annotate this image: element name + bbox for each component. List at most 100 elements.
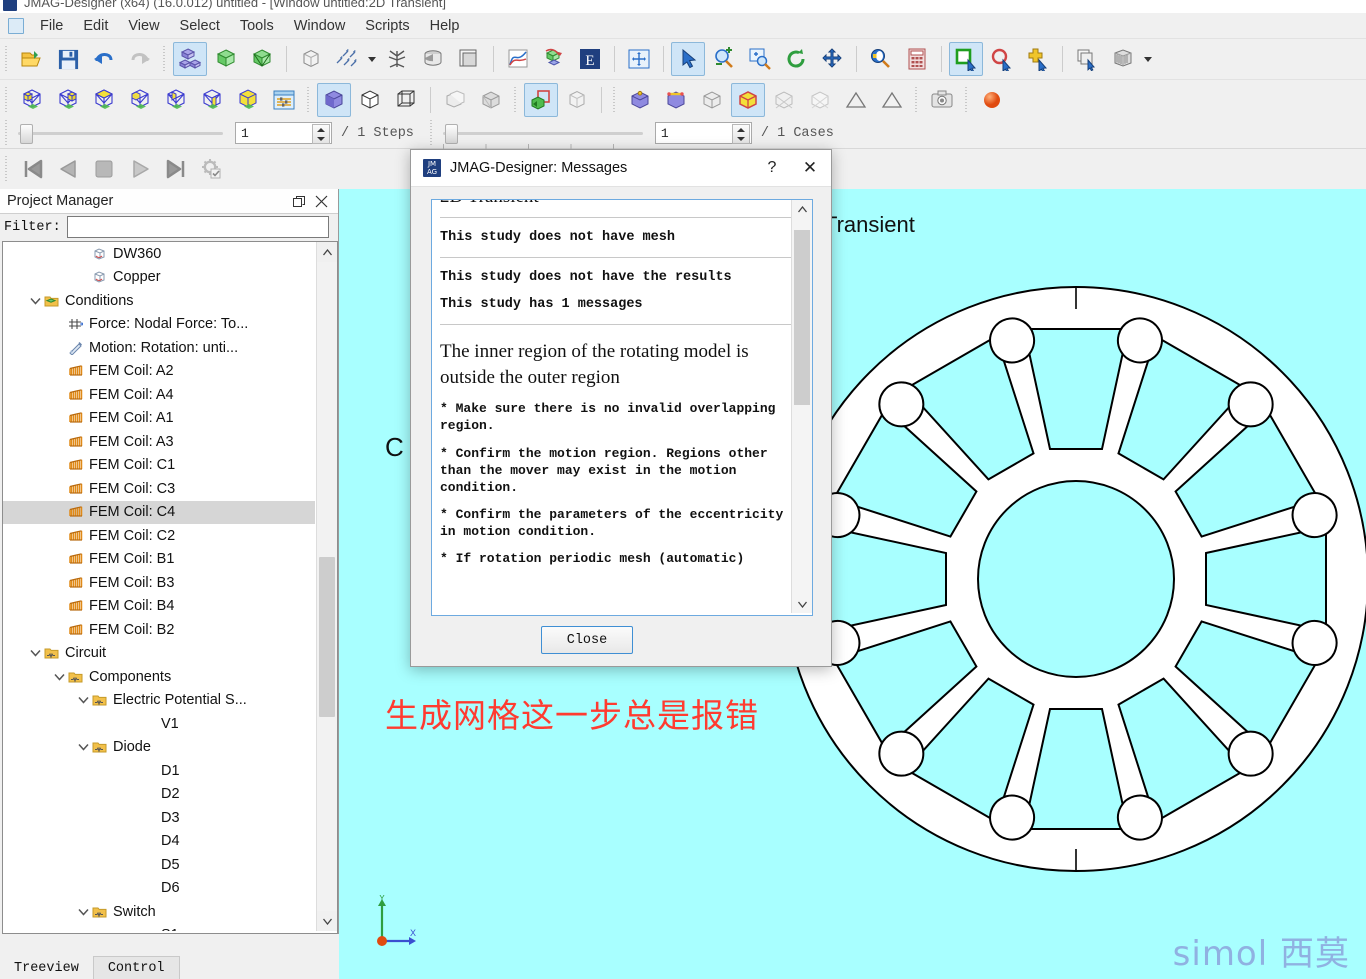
view-iso5-icon[interactable] [195, 83, 229, 117]
view-iso4-icon[interactable] [159, 83, 193, 117]
dialog-close-icon[interactable]: ✕ [789, 151, 831, 185]
undock-icon[interactable] [290, 192, 308, 210]
grid-icon[interactable] [1106, 42, 1140, 76]
hidden-gray-icon[interactable] [474, 83, 508, 117]
record-toolbar-grip[interactable] [963, 86, 971, 113]
messages-textarea[interactable]: 2D Transient This study does not have me… [431, 199, 813, 616]
part-gray-icon[interactable] [695, 83, 729, 117]
section-icon[interactable] [524, 82, 558, 117]
step-spinner[interactable] [235, 122, 332, 144]
wire-cube-icon[interactable] [294, 42, 328, 76]
tab-treeview[interactable]: Treeview [0, 957, 93, 979]
chevron-down-icon[interactable] [75, 904, 91, 920]
playback-grip[interactable] [3, 156, 11, 182]
menu-window[interactable]: Window [284, 16, 356, 36]
select-arrow-icon[interactable] [671, 42, 705, 76]
tree-item[interactable]: Copper [3, 266, 315, 290]
tree-item[interactable]: FEM Coil: B1 [3, 548, 315, 572]
help-icon[interactable]: ? [755, 151, 789, 185]
chevron-down-icon[interactable] [27, 645, 43, 661]
view-iso1-icon[interactable] [15, 83, 49, 117]
menu-file[interactable]: File [30, 16, 73, 36]
filter-input[interactable] [67, 217, 333, 237]
tree-item[interactable]: FEM Coil: C2 [3, 524, 315, 548]
tree-item[interactable]: D2 [3, 783, 315, 807]
graph-icon[interactable] [501, 42, 535, 76]
tree-item[interactable]: FEM Coil: A4 [3, 383, 315, 407]
play-icon[interactable] [122, 152, 158, 186]
select-face-icon[interactable] [949, 42, 983, 76]
step-spin-down-icon[interactable] [317, 136, 325, 141]
view-top-icon[interactable] [87, 83, 121, 117]
camera-toolbar-grip[interactable] [913, 86, 921, 113]
part-yellow-icon[interactable] [731, 82, 765, 117]
part-blue-icon[interactable] [623, 83, 657, 117]
hidden-line-icon[interactable] [438, 83, 472, 117]
tree-item[interactable]: S1 [3, 924, 315, 931]
tree-item[interactable]: D4 [3, 830, 315, 854]
view-front-icon[interactable] [231, 83, 265, 117]
layer-icon[interactable] [452, 42, 486, 76]
messages-scrollbar[interactable] [791, 200, 812, 613]
case-spinner-arrows[interactable] [731, 124, 750, 144]
tree-vertical-scrollbar[interactable] [316, 242, 337, 931]
menu-tools[interactable]: Tools [230, 16, 284, 36]
tree-item[interactable]: Switch [3, 900, 315, 924]
step-spin-up-icon[interactable] [317, 127, 325, 132]
display-toolbar-grip[interactable] [305, 86, 313, 113]
menu-scripts[interactable]: Scripts [355, 16, 419, 36]
view-iso2-icon[interactable] [51, 83, 85, 117]
tree-item[interactable]: FEM Coil: C1 [3, 454, 315, 478]
tree-item[interactable]: FEM Coil: A1 [3, 407, 315, 431]
record-icon[interactable] [975, 83, 1009, 117]
rotate-icon[interactable] [779, 42, 813, 76]
tab-control[interactable]: Control [92, 956, 180, 979]
project-tree[interactable]: DW360 Copper Conditions Force: Nodal Force:… [2, 241, 338, 934]
mesh-cube-icon[interactable] [245, 42, 279, 76]
tree-item[interactable]: FEM Coil: B2 [3, 618, 315, 642]
case-slider-thumb[interactable] [444, 124, 458, 144]
menu-edit[interactable]: Edit [73, 16, 118, 36]
filter-input-wrap[interactable] [66, 216, 333, 238]
tree-item[interactable]: FEM Coil: C4 [3, 500, 315, 524]
view-toolbar-grip[interactable] [3, 86, 11, 113]
tree-item[interactable]: Motion: Rotation: unti... [3, 336, 315, 360]
case-spin-down-icon[interactable] [736, 136, 745, 141]
chevron-down-icon[interactable] [27, 293, 43, 309]
shaded-edges-icon[interactable] [353, 83, 387, 117]
select-vertex-icon[interactable] [1021, 42, 1055, 76]
measure-icon[interactable] [864, 42, 898, 76]
wireframe-icon[interactable] [389, 83, 423, 117]
tree-item[interactable]: FEM Coil: C3 [3, 477, 315, 501]
tree-item[interactable]: V1 [3, 712, 315, 736]
model-toolbar-grip[interactable] [512, 86, 520, 113]
tree-item[interactable]: DW360 [3, 242, 315, 266]
assembly-icon[interactable] [173, 42, 207, 76]
tree-item[interactable]: Circuit [3, 642, 315, 666]
case-spin-up-icon[interactable] [736, 127, 745, 132]
tree-item[interactable]: Electric Potential S... [3, 689, 315, 713]
view-iso3-icon[interactable] [123, 83, 157, 117]
tree-item[interactable]: D6 [3, 877, 315, 901]
tree-item[interactable]: D1 [3, 759, 315, 783]
cone2-icon[interactable] [875, 83, 909, 117]
tree-item[interactable]: FEM Coil: A3 [3, 430, 315, 454]
step-slider[interactable] [18, 123, 223, 144]
chevron-down-icon[interactable] [75, 692, 91, 708]
fit-view-icon[interactable] [622, 42, 656, 76]
tree-item[interactable]: Diode [3, 736, 315, 760]
messages-scrollbar-thumb[interactable] [794, 230, 810, 405]
chevron-down-icon[interactable] [75, 739, 91, 755]
open-icon[interactable] [15, 42, 49, 76]
tree-item[interactable]: FEM Coil: B4 [3, 595, 315, 619]
tree-item[interactable]: Components [3, 665, 315, 689]
tree-item[interactable]: FEM Coil: A2 [3, 360, 315, 384]
step-slider-thumb[interactable] [20, 124, 33, 144]
save-icon[interactable] [51, 42, 85, 76]
view-settings-icon[interactable] [267, 83, 301, 117]
messages-scroll-up-icon[interactable] [792, 200, 812, 218]
chevron-down-icon[interactable] [51, 669, 67, 685]
cone1-icon[interactable] [839, 83, 873, 117]
menu-view[interactable]: View [118, 16, 169, 36]
last-frame-icon[interactable] [158, 152, 194, 186]
